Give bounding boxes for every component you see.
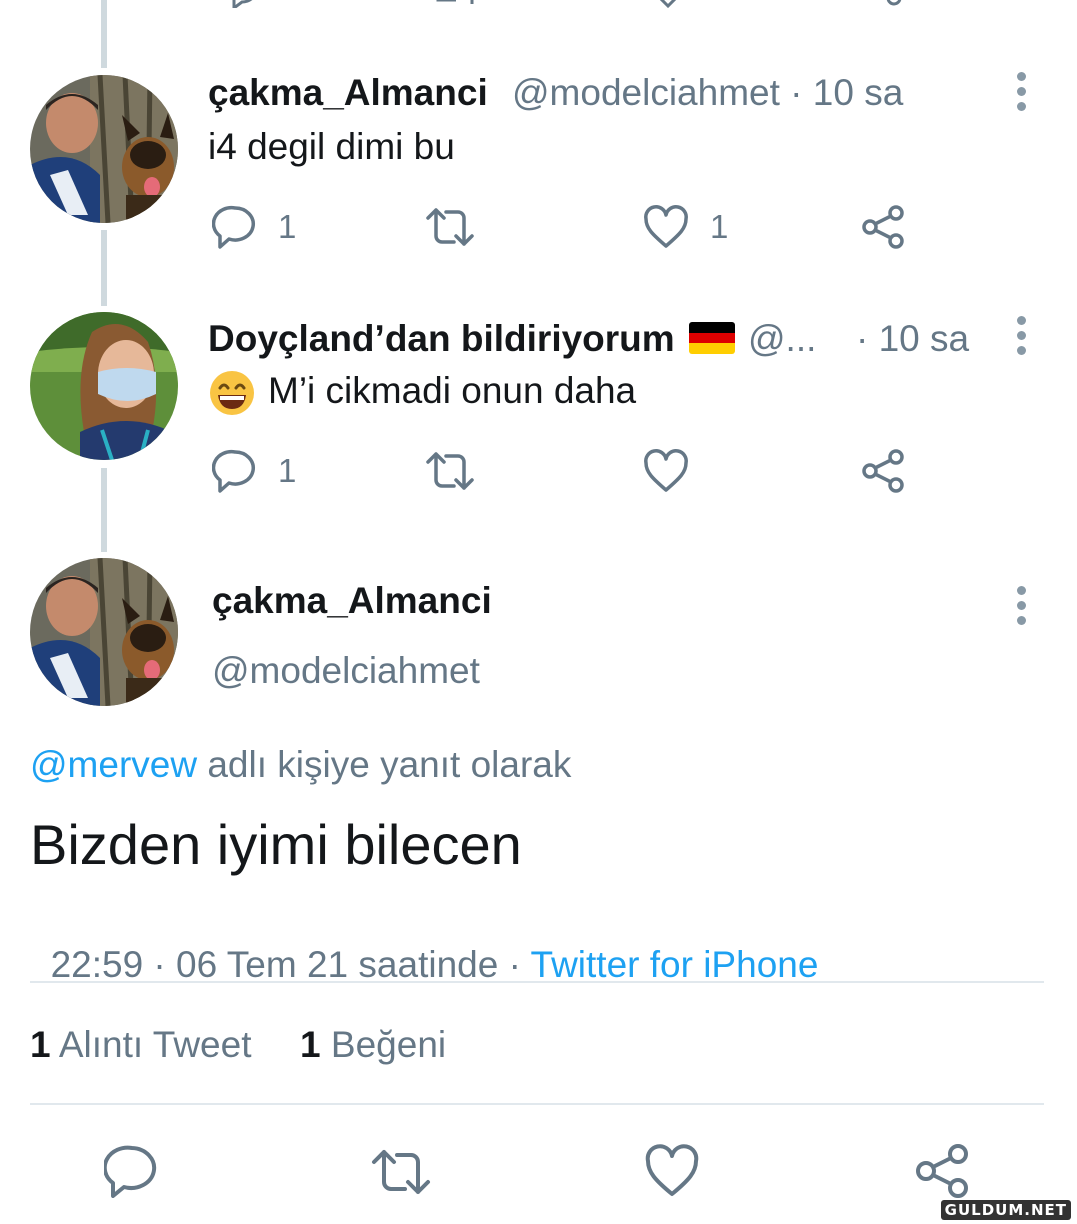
- like-icon: [644, 449, 688, 492]
- tweet-display-name[interactable]: Doyçland’dan bildiriyorum: [208, 318, 675, 360]
- like-button[interactable]: [644, 1144, 700, 1203]
- share-icon: [862, 205, 904, 249]
- reply-to-user-link[interactable]: @mervew: [30, 744, 197, 785]
- tweet-text: M’i cikmadi onun daha: [268, 370, 637, 411]
- thread-line-1: [101, 230, 107, 306]
- tweet-source-link[interactable]: Twitter for iPhone: [531, 944, 819, 985]
- divider: [30, 981, 1044, 983]
- retweet-button[interactable]: [370, 1146, 432, 1203]
- thread-line-2: [101, 468, 107, 552]
- share-button[interactable]: [914, 1144, 970, 1203]
- avatar[interactable]: [30, 558, 178, 706]
- reply-button[interactable]: [102, 1144, 160, 1203]
- like-button[interactable]: 1: [642, 204, 728, 250]
- quote-tweet-stat[interactable]: 1 Alıntı Tweet: [30, 1024, 251, 1065]
- tweet-handle[interactable]: @...: [748, 318, 816, 360]
- tweet-meta: 22:59 · 06 Tem 21 saatinde · Twitter for…: [30, 902, 819, 986]
- retweet-icon: [372, 1150, 430, 1194]
- avatar[interactable]: [30, 312, 178, 460]
- previous-tweet-actions: [0, 0, 1077, 8]
- reply-count: 1: [278, 208, 297, 245]
- like-icon: [644, 205, 688, 248]
- tweet-display-name[interactable]: çakma_Almanci: [208, 72, 488, 114]
- reply-context-text: adlı kişiye yanıt olarak: [207, 744, 572, 785]
- share-icon: [862, 449, 904, 493]
- share-button[interactable]: [860, 448, 906, 494]
- share-icon[interactable]: [880, 0, 910, 8]
- grinning-emoji-icon: [208, 370, 256, 416]
- reply-button[interactable]: 1: [212, 204, 296, 250]
- like-count: 1: [710, 208, 729, 245]
- tweet-time[interactable]: · 10 sa: [856, 318, 969, 360]
- retweet-icon[interactable]: [430, 0, 480, 8]
- reply-button[interactable]: 1: [212, 448, 296, 494]
- tweet-stats: 1 Alıntı Tweet 1 Beğeni: [30, 1024, 446, 1066]
- share-icon: [916, 1144, 968, 1198]
- main-tweet-handle[interactable]: @modelciahmet: [212, 650, 480, 692]
- more-options-icon[interactable]: [1016, 586, 1026, 631]
- avatar[interactable]: [30, 75, 178, 223]
- like-icon[interactable]: [648, 0, 688, 8]
- like-count: 1: [300, 1024, 321, 1065]
- reply-count: 1: [278, 452, 297, 489]
- retweet-icon: [426, 452, 474, 490]
- retweet-button[interactable]: [424, 204, 476, 250]
- like-icon: [645, 1144, 699, 1196]
- tweet-timestamp[interactable]: 22:59 · 06 Tem 21 saatinde ·: [51, 944, 531, 985]
- reply-icon[interactable]: [222, 0, 262, 8]
- quote-count: 1: [30, 1024, 51, 1065]
- like-stat[interactable]: 1 Beğeni: [300, 1024, 446, 1065]
- watermark: GULDUM.NET: [940, 1200, 1071, 1220]
- quote-label: Alıntı Tweet: [58, 1024, 252, 1065]
- reply-icon: [212, 449, 255, 493]
- reply-icon: [212, 205, 255, 249]
- more-options-icon[interactable]: [1016, 316, 1026, 361]
- tweet-text: i4 degil dimi bu: [208, 126, 455, 167]
- like-label: Beğeni: [330, 1024, 447, 1065]
- tweet-handle-time[interactable]: @modelciahmet · 10 sa: [512, 72, 903, 114]
- more-options-icon[interactable]: [1016, 72, 1026, 117]
- main-tweet-text: Bizden iyimi bilecen: [30, 813, 522, 876]
- like-button[interactable]: [642, 448, 690, 494]
- reply-context: @mervew adlı kişiye yanıt olarak: [30, 744, 571, 786]
- share-button[interactable]: [860, 204, 906, 250]
- retweet-button[interactable]: [424, 448, 476, 494]
- retweet-icon: [426, 208, 474, 246]
- main-tweet-display-name[interactable]: çakma_Almanci: [212, 580, 492, 622]
- germany-flag-icon: [689, 322, 735, 354]
- thread-line-top: [101, 0, 107, 68]
- divider: [30, 1103, 1044, 1105]
- reply-icon: [102, 1145, 157, 1198]
